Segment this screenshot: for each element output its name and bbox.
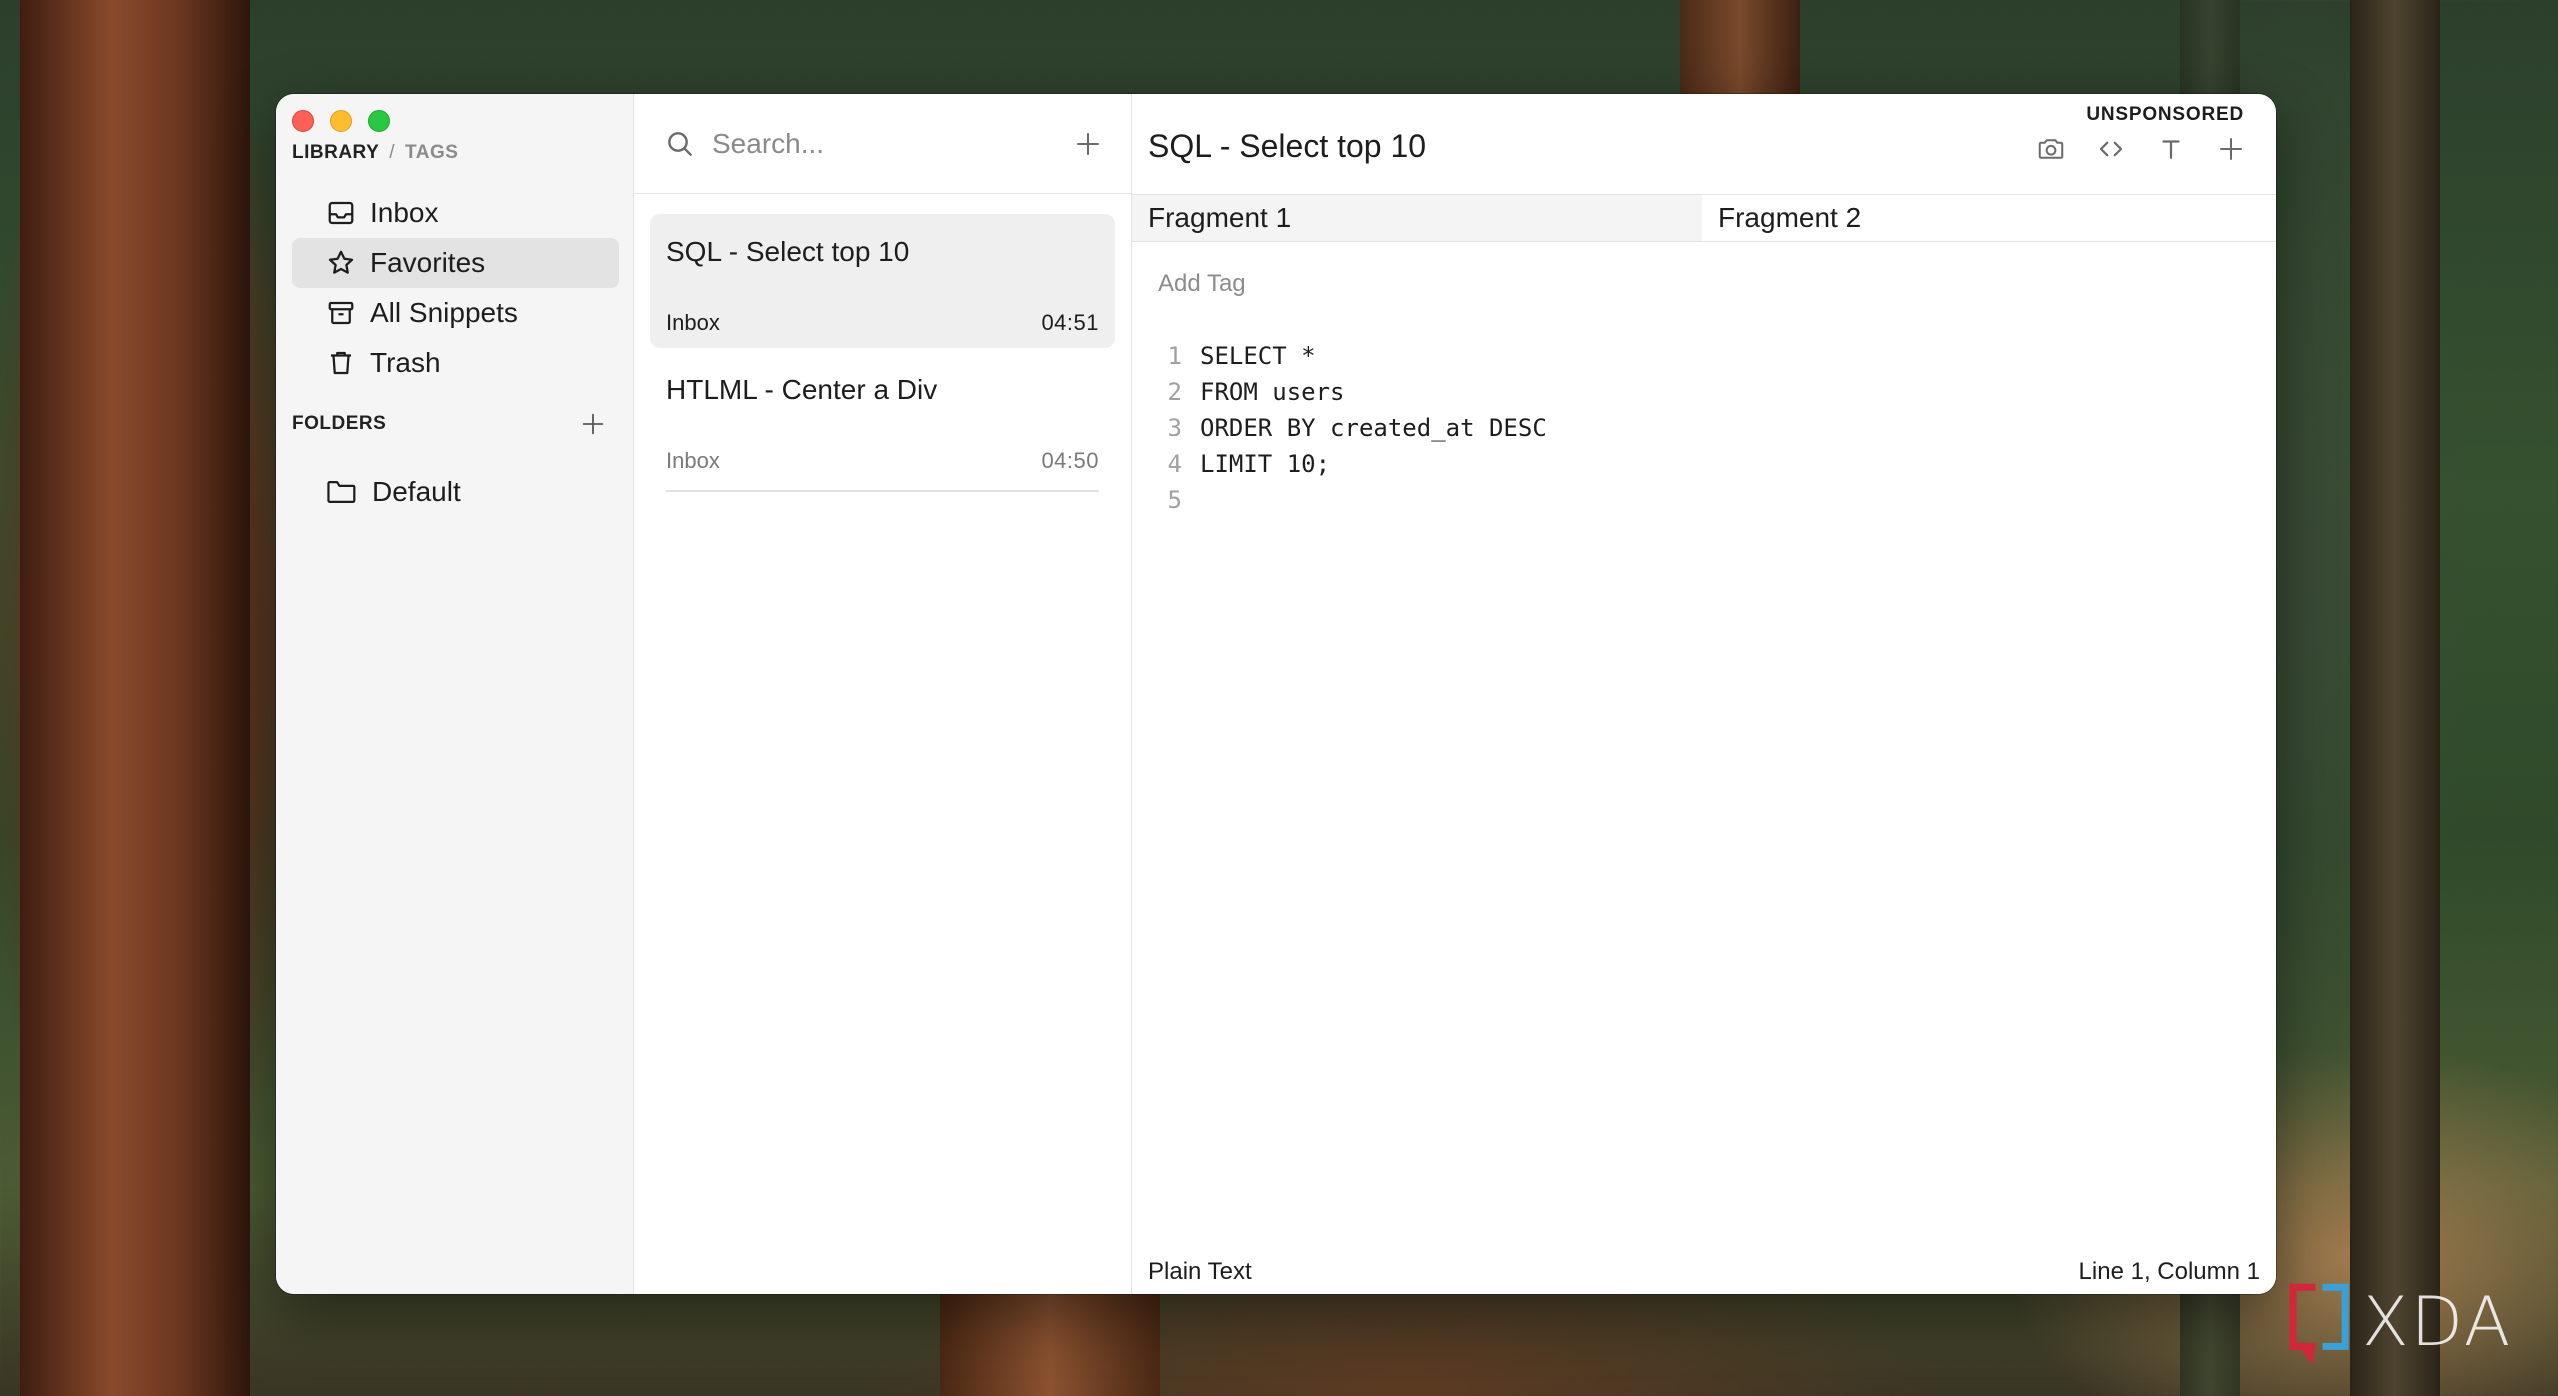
line-number: 2 [1167, 378, 1182, 406]
code-line: 2 FROM users [1158, 374, 1547, 410]
sidebar-item-all-snippets[interactable]: All Snippets [292, 288, 619, 338]
sidebar-item-label: Trash [370, 347, 441, 378]
sidebar-item-label: All Snippets [370, 297, 518, 328]
language-mode[interactable]: Plain Text [1148, 1258, 1252, 1286]
plus-icon[interactable] [2216, 134, 2246, 164]
code-text: FROM users [1200, 378, 1345, 406]
watermark-text: XDA [2362, 1282, 2513, 1362]
app-window: LIBRARY / TAGS Inbox Favorites All Snipp… [276, 94, 2276, 1294]
tree-trunk [20, 0, 250, 1396]
search-bar [634, 94, 1131, 194]
tree-trunk [940, 1280, 1160, 1396]
minimize-window-button[interactable] [330, 110, 352, 132]
snippet-time: 04:50 [1041, 448, 1099, 473]
editor-header: UNSPONSORED SQL - Select top 10 [1132, 94, 2276, 194]
xda-logo-icon [2289, 1283, 2349, 1362]
fragment-tabs: Fragment 1 Fragment 2 [1132, 194, 2276, 242]
snippet-title-field[interactable]: SQL - Select top 10 [1148, 128, 1426, 165]
archive-icon [328, 301, 354, 325]
line-number: 4 [1167, 450, 1182, 478]
code-line: 5 [1158, 482, 1547, 518]
line-number: 1 [1167, 342, 1182, 370]
star-icon [328, 250, 354, 274]
folders-label: FOLDERS [292, 413, 387, 434]
sidebar-item-label: Inbox [370, 197, 439, 228]
search-input[interactable] [712, 127, 1073, 160]
editor-pane: UNSPONSORED SQL - Select top 10 Fragment… [1132, 94, 2276, 1294]
tab-library[interactable]: LIBRARY [292, 142, 379, 164]
code-text: SELECT * [1200, 342, 1316, 370]
code-icon[interactable] [2096, 134, 2126, 164]
code-line: 4 LIMIT 10; [1158, 446, 1547, 482]
snippet-list-pane: SQL - Select top 10 Inbox 04:51 HTLML - … [634, 94, 1132, 1294]
sidebar: LIBRARY / TAGS Inbox Favorites All Snipp… [276, 94, 634, 1294]
sidebar-item-trash[interactable]: Trash [292, 338, 619, 388]
tab-fragment-1[interactable]: Fragment 1 [1132, 195, 1702, 241]
sidebar-item-inbox[interactable]: Inbox [292, 188, 619, 238]
trash-icon [331, 351, 351, 375]
zoom-window-button[interactable] [368, 110, 390, 132]
folder-label: Default [372, 476, 461, 507]
line-number: 3 [1167, 414, 1182, 442]
folder-item-default[interactable]: Default [326, 476, 461, 508]
add-folder-icon[interactable] [579, 410, 607, 438]
folders-header: FOLDERS [292, 410, 607, 438]
divider [666, 490, 1099, 492]
close-window-button[interactable] [292, 110, 314, 132]
code-editor[interactable]: 1 SELECT * 2 FROM users 3 ORDER BY creat… [1158, 338, 1547, 518]
tab-separator: / [389, 142, 396, 163]
xda-watermark: XDA [2284, 1282, 2512, 1362]
tab-tags[interactable]: TAGS [405, 142, 458, 164]
search-icon [668, 131, 692, 156]
window-controls [292, 110, 390, 132]
tree-trunk [2350, 0, 2440, 1396]
cursor-position: Line 1, Column 1 [2078, 1258, 2260, 1285]
code-line: 3 ORDER BY created_at DESC [1158, 410, 1547, 446]
snippet-title: SQL - Select top 10 [666, 236, 910, 267]
inbox-icon [328, 201, 354, 225]
sidebar-item-label: Favorites [370, 247, 486, 278]
add-tag-input[interactable]: Add Tag [1158, 270, 1246, 298]
unsponsored-badge[interactable]: UNSPONSORED [2086, 104, 2244, 126]
editor-toolbar [2036, 134, 2246, 164]
code-text: ORDER BY created_at DESC [1200, 414, 1547, 442]
tab-fragment-2[interactable]: Fragment 2 [1702, 195, 2276, 241]
code-text: LIMIT 10; [1200, 450, 1331, 478]
snippet-folder: Inbox [666, 310, 720, 335]
snippet-title: HTLML - Center a Div [666, 374, 938, 405]
snippet-list-item[interactable]: SQL - Select top 10 Inbox 04:51 [650, 214, 1115, 348]
status-bar: Plain Text Line 1, Column 1 [1132, 1250, 2276, 1294]
snippet-folder: Inbox [666, 448, 720, 473]
sidebar-tabs: LIBRARY / TAGS [292, 142, 458, 164]
code-line: 1 SELECT * [1158, 338, 1547, 374]
snippet-list-item[interactable]: HTLML - Center a Div Inbox 04:50 [650, 352, 1115, 486]
snippet-time: 04:51 [1041, 310, 1099, 335]
camera-icon[interactable] [2036, 134, 2066, 164]
sidebar-item-favorites[interactable]: Favorites [292, 238, 619, 288]
folder-icon [327, 481, 356, 503]
library-nav: Inbox Favorites All Snippets Trash [292, 188, 619, 388]
text-format-icon[interactable] [2156, 134, 2186, 164]
line-number: 5 [1167, 486, 1182, 514]
add-snippet-icon[interactable] [1073, 129, 1103, 159]
